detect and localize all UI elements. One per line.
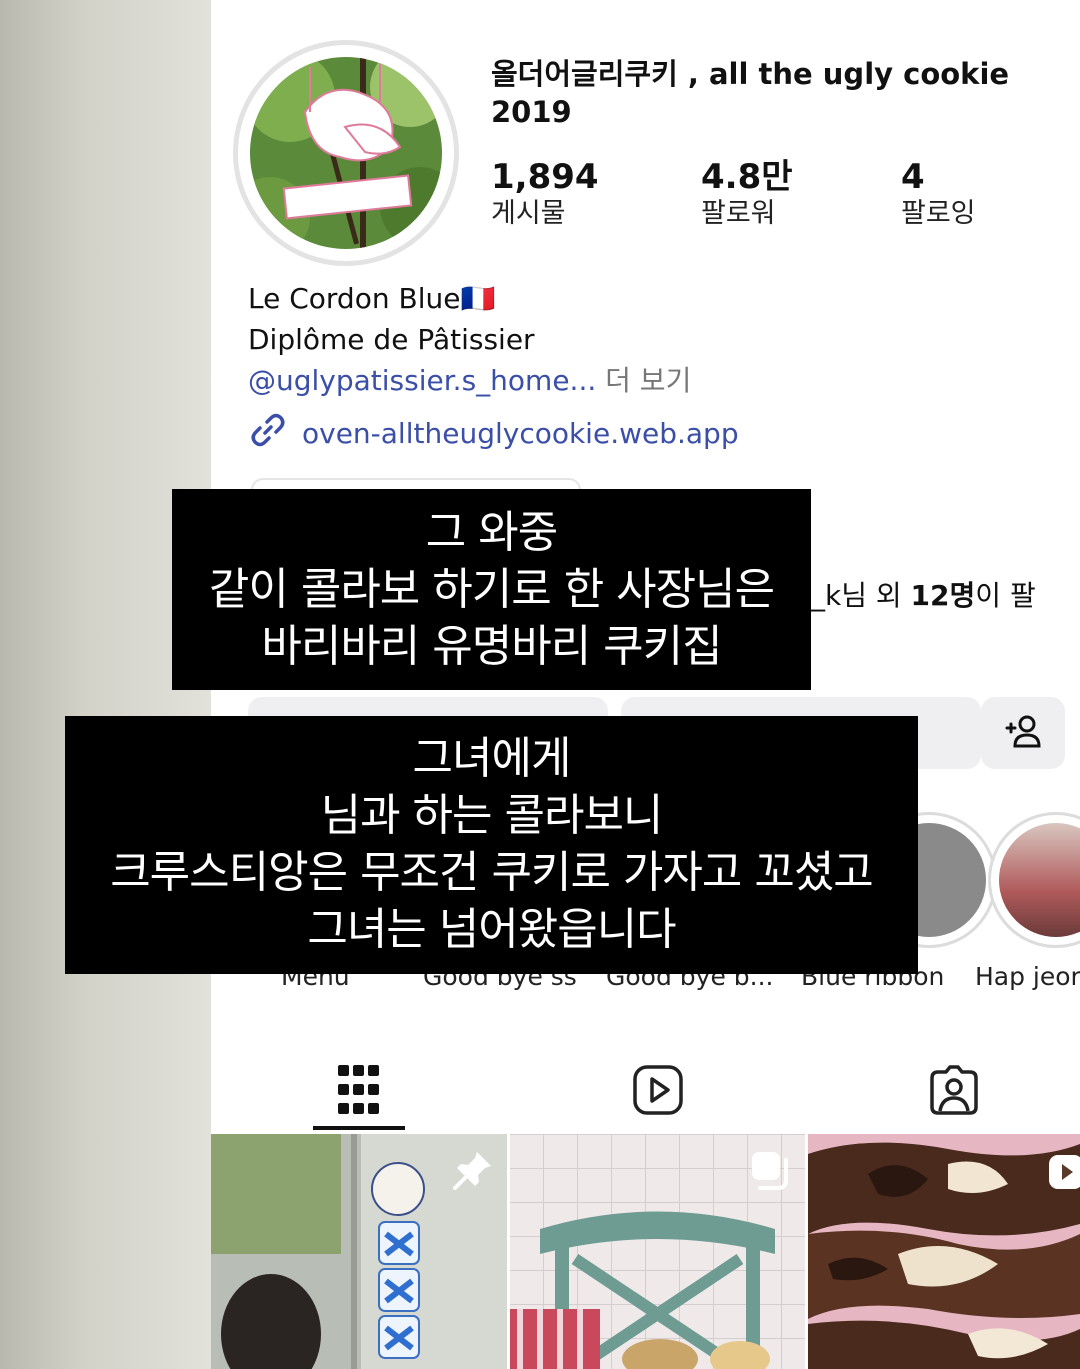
followed-by-prefix: _k님 외 bbox=[811, 579, 911, 612]
bio-line2: Diplôme de Pâtissier bbox=[248, 323, 535, 356]
highlight-cover bbox=[999, 823, 1080, 937]
avatar-image bbox=[250, 57, 442, 249]
tab-reels[interactable] bbox=[513, 1050, 803, 1134]
followed-by-count: 12명 bbox=[910, 579, 976, 612]
caption-top-line3: 바리바리 유명바리 쿠키집 bbox=[261, 621, 722, 672]
profile-bio: Le Cordon Blue🇫🇷 Diplôme de Pâtissier @u… bbox=[248, 278, 691, 401]
followed-by-text[interactable]: _k님 외 12명이 팔 bbox=[811, 574, 1036, 614]
profile-tab-bar bbox=[211, 1050, 1080, 1134]
add-user-icon bbox=[1004, 714, 1042, 752]
bio-mention-link[interactable]: @uglypatissier.s_home... bbox=[248, 364, 596, 397]
grid-post-3[interactable] bbox=[808, 1134, 1080, 1369]
post-grid bbox=[211, 1134, 1080, 1369]
following-count: 4 bbox=[901, 157, 925, 197]
highlight-hap-jeong[interactable] bbox=[988, 812, 1080, 948]
reel-video-icon bbox=[1046, 1152, 1080, 1196]
caption-bottom-line1: 그녀에게 bbox=[412, 733, 572, 784]
followers-count: 4.8만 bbox=[701, 157, 793, 197]
caption-bottom-line2: 님과 하는 콜라보니 bbox=[320, 790, 664, 841]
caption-bottom-line3: 크루스티앙은 무조건 쿠키로 가자고 꼬셨고 bbox=[110, 847, 874, 898]
caption-overlay-bottom: 그녀에게 님과 하는 콜라보니 크루스티앙은 무조건 쿠키로 가자고 꼬셨고 그… bbox=[65, 716, 918, 974]
tab-tagged[interactable] bbox=[809, 1050, 1080, 1134]
reels-icon bbox=[632, 1064, 684, 1120]
profile-avatar[interactable] bbox=[233, 40, 459, 266]
grid-post-2[interactable] bbox=[510, 1134, 805, 1369]
profile-display-name: 올더어글리쿠키 , all the ugly cookie 2019 bbox=[491, 55, 1071, 131]
profile-name-line1: 올더어글리쿠키 , all the ugly cookie bbox=[491, 57, 1010, 91]
suggest-users-button[interactable] bbox=[981, 697, 1065, 769]
stat-followers[interactable]: 4.8만 팔로워 bbox=[701, 158, 793, 232]
grid-icon bbox=[338, 1065, 380, 1119]
caption-overlay-top: 그 와중 같이 콜라보 하기로 한 사장님은 바리바리 유명바리 쿠키집 bbox=[172, 489, 811, 690]
carousel-icon bbox=[748, 1148, 792, 1196]
followed-by-suffix: 이 팔 bbox=[975, 579, 1036, 612]
link-icon bbox=[248, 410, 288, 457]
highlight-label: Hap jeor bbox=[975, 962, 1080, 991]
bio-line1: Le Cordon Blue🇫🇷 bbox=[248, 282, 496, 315]
pinned-icon bbox=[451, 1148, 495, 1196]
following-label: 팔로잉 bbox=[901, 198, 976, 229]
stat-posts[interactable]: 1,894 게시물 bbox=[491, 158, 599, 232]
bio-more-button[interactable]: 더 보기 bbox=[596, 364, 691, 397]
grid-post-1[interactable] bbox=[211, 1134, 507, 1369]
website-url: oven-alltheuglycookie.web.app bbox=[302, 417, 739, 450]
caption-top-line2: 같이 콜라보 하기로 한 사장님은 bbox=[208, 564, 775, 615]
stat-following[interactable]: 4 팔로잉 bbox=[901, 158, 976, 232]
profile-name-line2: 2019 bbox=[491, 95, 572, 129]
tab-posts[interactable] bbox=[214, 1050, 504, 1134]
caption-bottom-line4: 그녀는 넘어왔읍니다 bbox=[307, 904, 676, 955]
active-tab-indicator bbox=[313, 1126, 405, 1130]
website-link[interactable]: oven-alltheuglycookie.web.app bbox=[248, 410, 739, 457]
caption-top-line1: 그 와중 bbox=[425, 507, 558, 558]
posts-label: 게시물 bbox=[491, 198, 566, 229]
tagged-icon bbox=[928, 1064, 980, 1120]
posts-count: 1,894 bbox=[491, 157, 599, 197]
followers-label: 팔로워 bbox=[701, 198, 776, 229]
